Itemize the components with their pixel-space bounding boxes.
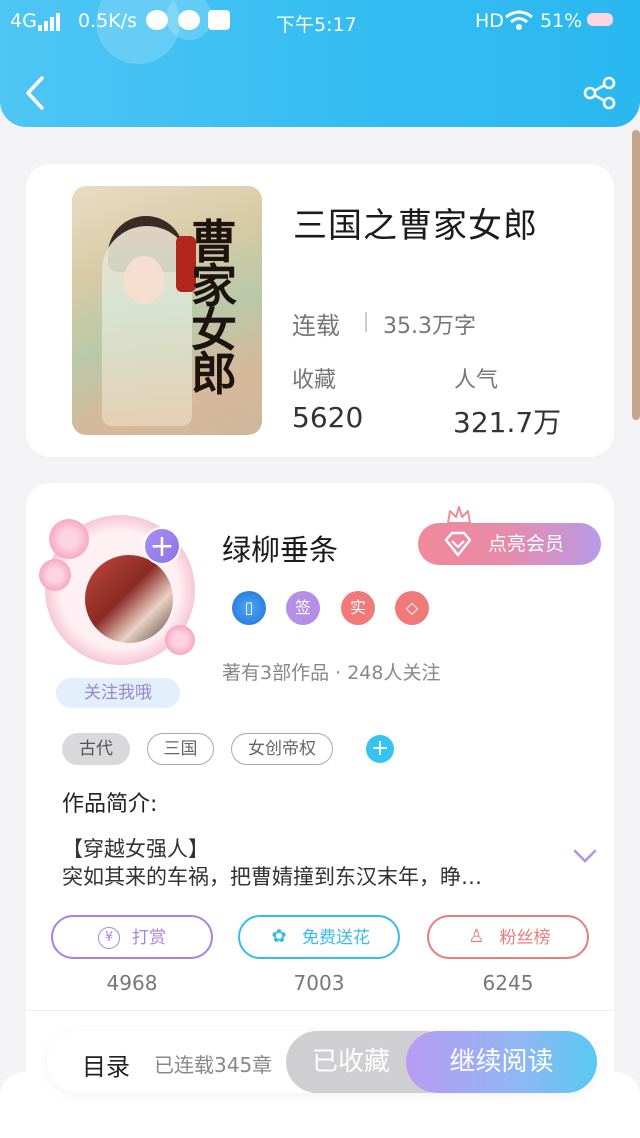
book-info-card: 曹家女郎 三国之曹家女郎 连载 35.3万字 收藏 5620 人气 321.7万	[26, 164, 614, 457]
vip-button[interactable]: 点亮会员	[418, 523, 601, 565]
battery-icon	[587, 13, 613, 26]
share-button[interactable]	[582, 76, 618, 110]
flower-decor	[39, 559, 71, 591]
author-meta: 著有3部作品 · 248人关注	[222, 662, 441, 684]
sign-badge-icon: 签	[286, 591, 320, 625]
author-name[interactable]: 绿柳垂条	[222, 527, 338, 569]
scroll-indicator	[632, 130, 640, 420]
yen-icon: ¥	[98, 927, 120, 949]
network-speed: 0.5K/s	[78, 10, 137, 32]
chevron-down-icon[interactable]	[572, 847, 598, 865]
phone-badge-icon: ▯	[232, 591, 266, 625]
signal-icon	[38, 12, 62, 36]
flower-decor	[49, 519, 89, 559]
chat-icon	[178, 10, 200, 30]
flower-icon: ✿	[271, 926, 287, 947]
tag-female-empire[interactable]: 女创帝权	[231, 733, 333, 765]
popularity-value: 321.7万	[453, 406, 562, 439]
fans-count: 6245	[482, 971, 534, 995]
book-title: 三国之曹家女郎	[293, 206, 538, 246]
cover-title: 曹家女郎	[191, 215, 237, 401]
shopping-bag-icon	[208, 10, 230, 30]
word-count: 35.3万字	[383, 314, 476, 339]
hd-indicator: HD	[475, 10, 504, 32]
popularity-label: 人气	[454, 368, 499, 393]
diamond-badge-icon: ◇	[395, 591, 429, 625]
flower-count: 7003	[293, 971, 345, 995]
intro-text: 突如其来的车祸，把曹婧撞到东汉末年，睁…	[62, 865, 482, 889]
flower-decor	[165, 625, 195, 655]
fans-icon: ♙	[468, 926, 485, 947]
intro-title: 作品简介:	[62, 792, 158, 817]
avatar	[85, 555, 173, 643]
follow-me-button[interactable]: 关注我哦	[56, 678, 180, 708]
collect-label: 收藏	[292, 368, 337, 393]
continue-reading-button[interactable]: 继续阅读	[406, 1031, 597, 1093]
wechat-icon	[146, 10, 168, 30]
battery-percent: 51%	[540, 10, 583, 32]
tip-count: 4968	[106, 971, 158, 995]
back-button[interactable]	[20, 74, 52, 112]
diamond-icon	[444, 531, 472, 557]
add-follow-button[interactable]: +	[143, 527, 181, 565]
tag-three-kingdoms[interactable]: 三国	[147, 733, 214, 765]
collect-value: 5620	[292, 401, 364, 434]
serial-status: 连载	[292, 312, 340, 340]
clock: 下午5:17	[276, 14, 357, 36]
send-flower-button[interactable]: ✿ 免费送花	[238, 915, 400, 959]
tip-button[interactable]: ¥ 打赏	[51, 915, 213, 959]
toc-button[interactable]: 目录	[82, 1047, 130, 1082]
tag-ancient[interactable]: 古代	[62, 733, 130, 765]
wifi-icon	[505, 10, 533, 30]
network-type: 4G	[10, 10, 37, 32]
status-bar: 4G 0.5K/s 下午5:17 HD 51%	[0, 0, 640, 44]
real-badge-icon: 实	[341, 591, 375, 625]
toc-progress: 已连载345章	[154, 1053, 273, 1077]
header: 4G 0.5K/s 下午5:17 HD 51%	[0, 0, 640, 127]
crown-icon	[447, 506, 471, 524]
bottom-bar: 目录 已连载345章 已收藏 继续阅读	[47, 1031, 597, 1093]
intro-text: 【穿越女强人】	[62, 837, 209, 861]
divider	[26, 1010, 614, 1011]
fans-rank-button[interactable]: ♙ 粉丝榜	[427, 915, 589, 959]
vip-label: 点亮会员	[488, 533, 565, 555]
book-cover[interactable]: 曹家女郎	[72, 186, 262, 435]
divider	[365, 312, 367, 332]
add-tag-button[interactable]: +	[366, 735, 394, 763]
